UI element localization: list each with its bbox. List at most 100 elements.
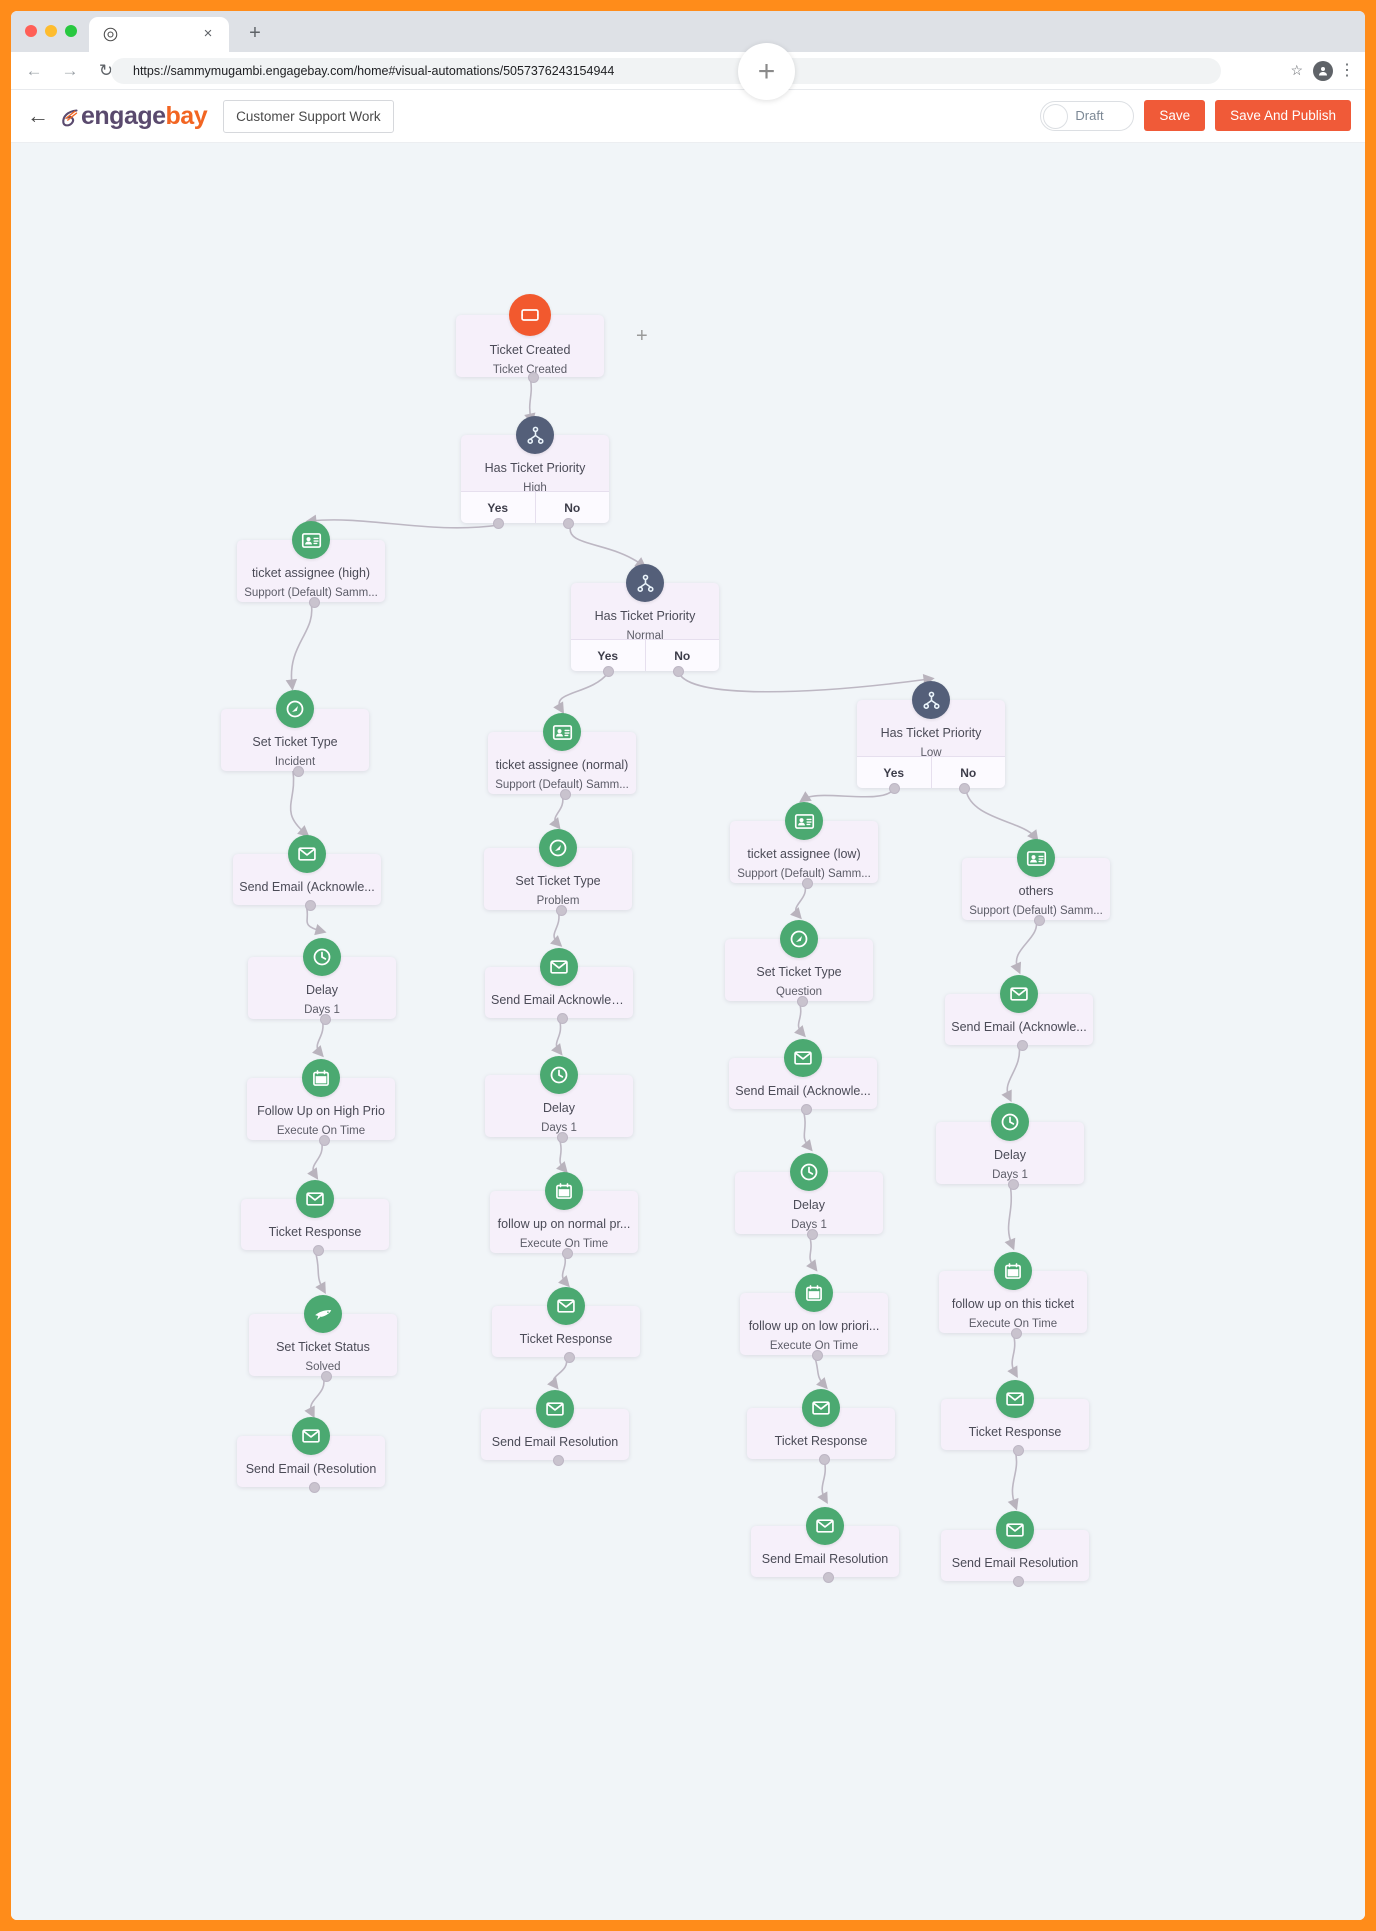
flow-node[interactable]: others Support (Default) Samm... — [962, 839, 1110, 920]
clock-icon — [991, 1103, 1029, 1141]
node-output-port[interactable] — [556, 1013, 568, 1024]
flow-node[interactable]: Ticket Created Ticket Created — [456, 294, 604, 377]
node-output-port[interactable] — [822, 1572, 834, 1583]
profile-avatar-icon[interactable] — [1313, 61, 1333, 81]
flow-node[interactable]: ticket assignee (low) Support (Default) S… — [730, 802, 878, 883]
flow-node[interactable]: Ticket Response — [747, 1389, 895, 1459]
new-tab-button[interactable]: + — [244, 23, 266, 45]
node-output-port[interactable] — [818, 1454, 830, 1465]
flow-node[interactable]: Set Ticket Status Solved — [249, 1295, 397, 1376]
node-output-port[interactable] — [552, 1455, 564, 1466]
node-output-port[interactable] — [806, 1229, 818, 1240]
calendar-icon — [302, 1059, 340, 1097]
node-output-port[interactable] — [1033, 915, 1045, 926]
flow-node[interactable]: Ticket Response — [241, 1180, 389, 1250]
node-output-port-no[interactable] — [562, 518, 574, 529]
node-output-port[interactable] — [320, 1371, 332, 1382]
browser-tab[interactable]: × — [89, 17, 229, 52]
flow-node[interactable]: Has Ticket Priority High Yes No — [461, 416, 610, 523]
tab-close-icon[interactable]: × — [201, 26, 215, 41]
node-title: Delay — [994, 1148, 1026, 1162]
back-to-list-button[interactable]: ← — [25, 103, 51, 129]
bookmark-star-icon[interactable]: ☆ — [1290, 62, 1303, 79]
node-title: Send Email (Acknowle... — [951, 1020, 1087, 1034]
save-button[interactable]: Save — [1144, 100, 1206, 131]
node-output-port[interactable] — [527, 372, 539, 383]
node-output-port[interactable] — [556, 1132, 568, 1143]
flow-node[interactable]: Delay Days 1 — [735, 1153, 883, 1234]
node-title: Delay — [306, 983, 338, 997]
add-branch-button[interactable]: + — [636, 325, 648, 348]
node-output-port-yes[interactable] — [493, 518, 504, 529]
node-output-port[interactable] — [292, 766, 304, 777]
flow-node[interactable]: Send Email (Acknowle... — [233, 835, 381, 905]
flow-node[interactable]: Set Ticket Type Problem — [484, 829, 632, 910]
node-title: Ticket Created — [489, 343, 571, 357]
save-and-publish-button[interactable]: Save And Publish — [1215, 100, 1351, 131]
flow-node[interactable]: Set Ticket Type Question — [725, 920, 873, 1001]
browser-menu-icon[interactable]: ⋮ — [1339, 60, 1355, 80]
node-output-port[interactable] — [1016, 1040, 1028, 1051]
node-output-port[interactable] — [796, 996, 808, 1007]
email-icon — [996, 1511, 1034, 1549]
draft-publish-toggle[interactable]: Draft — [1040, 100, 1135, 131]
flow-node[interactable]: Delay Days 1 — [248, 938, 396, 1019]
node-output-port[interactable] — [318, 1135, 330, 1146]
back-icon[interactable]: ← — [21, 58, 47, 84]
flow-node[interactable]: ticket assignee (normal) Support (Default… — [488, 713, 636, 794]
node-output-port-no[interactable] — [958, 783, 970, 794]
branch-no[interactable]: No — [932, 757, 1006, 788]
flow-node[interactable]: Send Email Resolution — [941, 1511, 1089, 1581]
node-output-port-yes[interactable] — [603, 666, 614, 677]
flow-node[interactable]: Send Email Acknowled... — [485, 948, 633, 1018]
node-output-port[interactable] — [559, 789, 571, 800]
node-output-port[interactable] — [800, 1104, 812, 1115]
node-output-port[interactable] — [801, 878, 813, 889]
node-output-port[interactable] — [1007, 1179, 1019, 1190]
node-output-port[interactable] — [555, 905, 567, 916]
node-title: others — [1018, 884, 1054, 898]
branch-no[interactable]: No — [646, 640, 720, 671]
node-output-port[interactable] — [308, 1482, 320, 1493]
node-output-port[interactable] — [312, 1245, 324, 1256]
workflow-name-field[interactable]: Customer Support Work — [223, 99, 394, 133]
flow-node[interactable]: Follow Up on High Prio Execute On Time — [247, 1059, 395, 1140]
node-output-port[interactable] — [1010, 1328, 1022, 1339]
node-output-port[interactable] — [811, 1350, 823, 1361]
close-window-button[interactable] — [25, 25, 37, 37]
branch-no[interactable]: No — [536, 492, 610, 523]
flow-node[interactable]: follow up on low priori... Execute On Tim… — [740, 1274, 888, 1355]
flow-node[interactable]: Has Ticket Priority Low Yes No — [857, 681, 1006, 788]
node-output-port[interactable] — [1012, 1445, 1024, 1456]
flow-node[interactable]: Send Email Resolution — [751, 1507, 899, 1577]
automation-canvas[interactable]: + Ticket Created Ticket Created Has Ticket… — [11, 143, 1365, 1920]
node-output-port-yes[interactable] — [889, 783, 900, 794]
node-output-port-no[interactable] — [672, 666, 684, 677]
flow-node[interactable]: Send Email Resolution — [481, 1390, 629, 1460]
flow-node[interactable]: Delay Days 1 — [485, 1056, 633, 1137]
flow-node[interactable]: Set Ticket Type Incident — [221, 690, 369, 771]
node-output-port[interactable] — [319, 1014, 331, 1025]
flow-node[interactable]: Send Email (Acknowle... — [945, 975, 1093, 1045]
url-bar[interactable]: https://sammymugambi.engagebay.com/home#… — [111, 58, 1221, 84]
node-output-port[interactable] — [308, 597, 320, 608]
node-output-port[interactable] — [561, 1248, 573, 1259]
flow-node[interactable]: follow up on this ticket Execute On Time — [939, 1252, 1087, 1333]
flow-node[interactable]: Delay Days 1 — [936, 1103, 1084, 1184]
add-step-fab[interactable]: + — [738, 43, 795, 100]
node-output-port[interactable] — [563, 1352, 575, 1363]
flow-node[interactable]: Ticket Response — [492, 1287, 640, 1357]
flow-node[interactable]: Has Ticket Priority Normal Yes No — [571, 564, 720, 671]
forward-icon[interactable]: → — [57, 58, 83, 84]
node-output-port[interactable] — [304, 900, 316, 911]
node-title: Send Email (Acknowle... — [735, 1084, 871, 1098]
maximize-window-button[interactable] — [65, 25, 77, 37]
node-output-port[interactable] — [1012, 1576, 1024, 1587]
flow-node[interactable]: Send Email (Resolution — [237, 1417, 385, 1487]
flow-node[interactable]: Send Email (Acknowle... — [729, 1039, 877, 1109]
calendar-icon — [795, 1274, 833, 1312]
minimize-window-button[interactable] — [45, 25, 57, 37]
flow-node[interactable]: follow up on normal pr... Execute On Time — [490, 1172, 638, 1253]
flow-node[interactable]: ticket assignee (high) Support (Default) … — [237, 521, 385, 602]
flow-node[interactable]: Ticket Response — [941, 1380, 1089, 1450]
